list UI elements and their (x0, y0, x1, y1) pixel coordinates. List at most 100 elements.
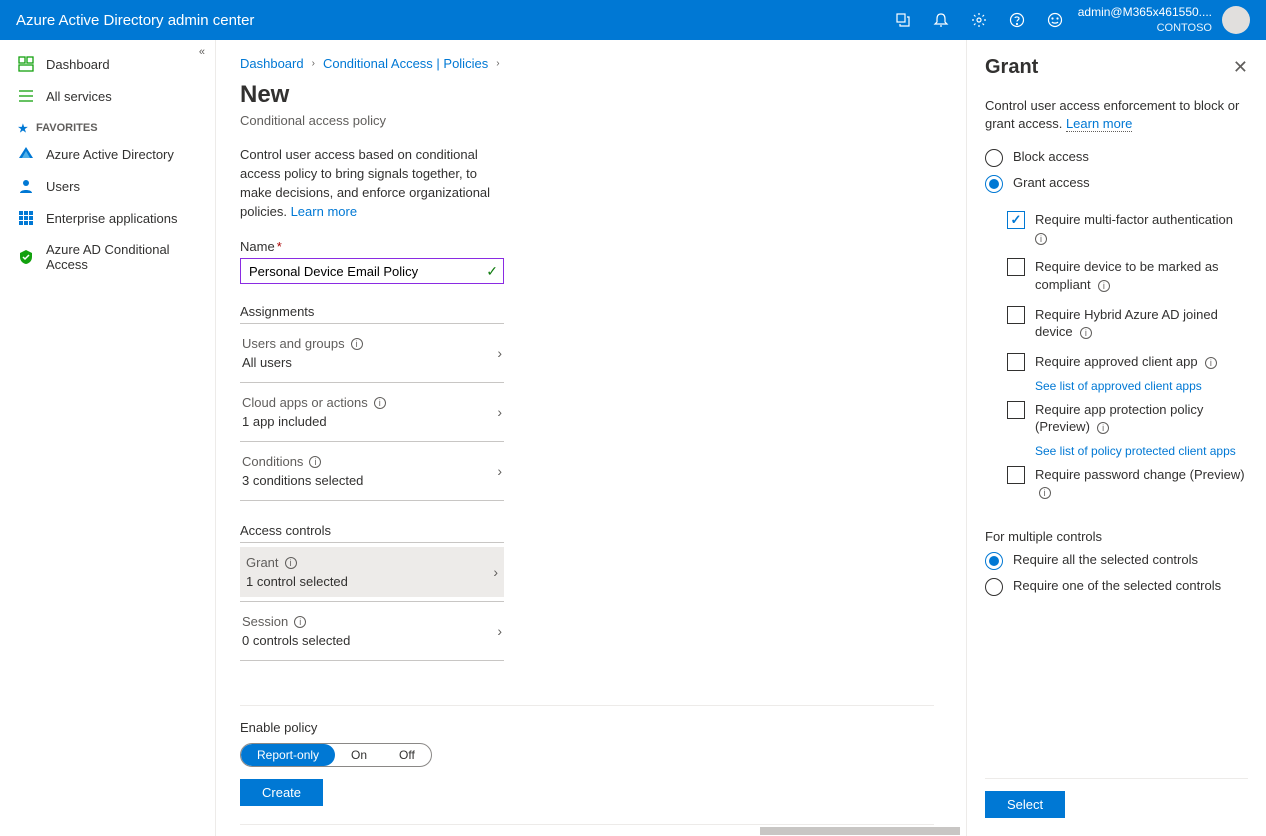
chevron-right-icon: › (497, 463, 502, 479)
favorites-label: ★ FAVORITES (0, 112, 215, 138)
bottom-action-bar: Enable policy Report-only On Off Create (240, 705, 934, 824)
approved-apps-link[interactable]: See list of approved client apps (1035, 379, 1248, 393)
breadcrumb: Dashboard › Conditional Access | Policie… (240, 56, 934, 71)
panel-description: Control user access enforcement to block… (985, 97, 1248, 133)
assignment-conditions[interactable]: Conditions i 3 conditions selected › (240, 446, 504, 496)
user-tenant: CONTOSO (1157, 21, 1212, 35)
sidebar-item-enterprise-apps[interactable]: Enterprise applications (0, 202, 215, 234)
sidebar-item-label: Azure Active Directory (46, 147, 174, 162)
chevron-right-icon: › (493, 564, 498, 580)
conditional-access-icon (18, 249, 34, 265)
enable-option-report-only[interactable]: Report-only (241, 744, 335, 766)
sidebar: « Dashboard All services ★ FAVORITES Azu… (0, 40, 216, 836)
breadcrumb-policies[interactable]: Conditional Access | Policies (323, 56, 488, 71)
check-require-password-change[interactable]: Require password change (Preview) i (1007, 466, 1248, 501)
sidebar-item-conditional-access[interactable]: Azure AD Conditional Access (0, 234, 215, 280)
enable-option-on[interactable]: On (335, 744, 383, 766)
sidebar-item-aad[interactable]: Azure Active Directory (0, 138, 215, 170)
access-control-grant[interactable]: Grant i 1 control selected › (240, 547, 504, 597)
sidebar-item-label: Azure AD Conditional Access (46, 242, 197, 272)
user-account[interactable]: admin@M365x461550.... CONTOSO (1078, 5, 1212, 35)
radio-require-all[interactable]: Require all the selected controls (985, 552, 1248, 570)
check-require-approved-app[interactable]: Require approved client app i (1007, 353, 1248, 371)
radio-icon (985, 175, 1003, 193)
chevron-right-icon: › (497, 623, 502, 639)
enterprise-apps-icon (18, 210, 34, 226)
assignment-cloud-apps[interactable]: Cloud apps or actions i 1 app included › (240, 387, 504, 437)
validation-check-icon: ✓ (486, 263, 498, 280)
check-require-compliant-device[interactable]: Require device to be marked as compliant… (1007, 258, 1248, 293)
info-icon: i (374, 397, 386, 409)
enable-policy-label: Enable policy (240, 720, 934, 735)
multiple-controls-label: For multiple controls (985, 529, 1248, 544)
panel-title: Grant (985, 56, 1038, 79)
protected-apps-link[interactable]: See list of policy protected client apps (1035, 444, 1248, 458)
close-icon[interactable]: ✕ (1233, 57, 1248, 78)
feedback-icon[interactable] (1046, 11, 1064, 29)
info-icon: i (1098, 280, 1110, 292)
star-icon: ★ (18, 122, 28, 135)
chevron-right-icon: › (497, 345, 502, 361)
learn-more-link[interactable]: Learn more (291, 204, 357, 219)
horizontal-scrollbar[interactable] (240, 824, 934, 836)
aad-icon (18, 146, 34, 162)
radio-icon (985, 552, 1003, 570)
enable-option-off[interactable]: Off (383, 744, 431, 766)
check-require-app-protection[interactable]: Require app protection policy (Preview) … (1007, 401, 1248, 436)
page-description: Control user access based on conditional… (240, 146, 500, 221)
chevron-right-icon: › (497, 404, 502, 420)
select-button[interactable]: Select (985, 791, 1065, 818)
name-field-label: Name* (240, 239, 504, 254)
sidebar-item-label: All services (46, 89, 112, 104)
check-require-mfa[interactable]: Require multi-factor authentication i (1007, 211, 1248, 246)
radio-grant-access[interactable]: Grant access (985, 175, 1248, 193)
create-button[interactable]: Create (240, 779, 323, 806)
checkbox-icon (1007, 401, 1025, 419)
sidebar-item-label: Dashboard (46, 57, 110, 72)
radio-block-access[interactable]: Block access (985, 149, 1248, 167)
access-control-session[interactable]: Session i 0 controls selected › (240, 606, 504, 656)
sidebar-item-all-services[interactable]: All services (0, 80, 215, 112)
all-services-icon (18, 88, 34, 104)
app-title: Azure Active Directory admin center (16, 12, 894, 29)
sidebar-item-label: Enterprise applications (46, 211, 178, 226)
breadcrumb-dashboard[interactable]: Dashboard (240, 56, 304, 71)
page-title: New (240, 81, 934, 109)
assignment-users-groups[interactable]: Users and groups i All users › (240, 328, 504, 378)
info-icon: i (294, 616, 306, 628)
panel-learn-more-link[interactable]: Learn more (1066, 116, 1132, 132)
chevron-right-icon: › (312, 58, 315, 69)
info-icon: i (1080, 327, 1092, 339)
header-icons (894, 11, 1064, 29)
user-email: admin@M365x461550.... (1078, 5, 1212, 21)
top-header: Azure Active Directory admin center admi… (0, 0, 1266, 40)
directory-switch-icon[interactable] (894, 11, 912, 29)
checkbox-icon (1007, 211, 1025, 229)
enable-policy-toggle[interactable]: Report-only On Off (240, 743, 432, 767)
help-icon[interactable] (1008, 11, 1026, 29)
grant-panel: Grant ✕ Control user access enforcement … (966, 40, 1266, 836)
info-icon: i (351, 338, 363, 350)
main-content: Dashboard › Conditional Access | Policie… (216, 40, 966, 836)
access-controls-section-label: Access controls (240, 523, 504, 538)
info-icon: i (1205, 357, 1217, 369)
avatar[interactable] (1222, 6, 1250, 34)
users-icon (18, 178, 34, 194)
radio-require-one[interactable]: Require one of the selected controls (985, 578, 1248, 596)
checkbox-icon (1007, 466, 1025, 484)
settings-icon[interactable] (970, 11, 988, 29)
info-icon: i (1097, 422, 1109, 434)
sidebar-item-users[interactable]: Users (0, 170, 215, 202)
page-subtitle: Conditional access policy (240, 113, 934, 128)
dashboard-icon (18, 56, 34, 72)
info-icon: i (309, 456, 321, 468)
collapse-sidebar-icon[interactable]: « (199, 46, 205, 58)
checkbox-icon (1007, 353, 1025, 371)
notifications-icon[interactable] (932, 11, 950, 29)
info-icon: i (1035, 233, 1047, 245)
sidebar-item-dashboard[interactable]: Dashboard (0, 48, 215, 80)
policy-name-input[interactable] (240, 258, 504, 284)
info-icon: i (1039, 487, 1051, 499)
radio-icon (985, 578, 1003, 596)
check-require-hybrid-join[interactable]: Require Hybrid Azure AD joined device i (1007, 306, 1248, 341)
